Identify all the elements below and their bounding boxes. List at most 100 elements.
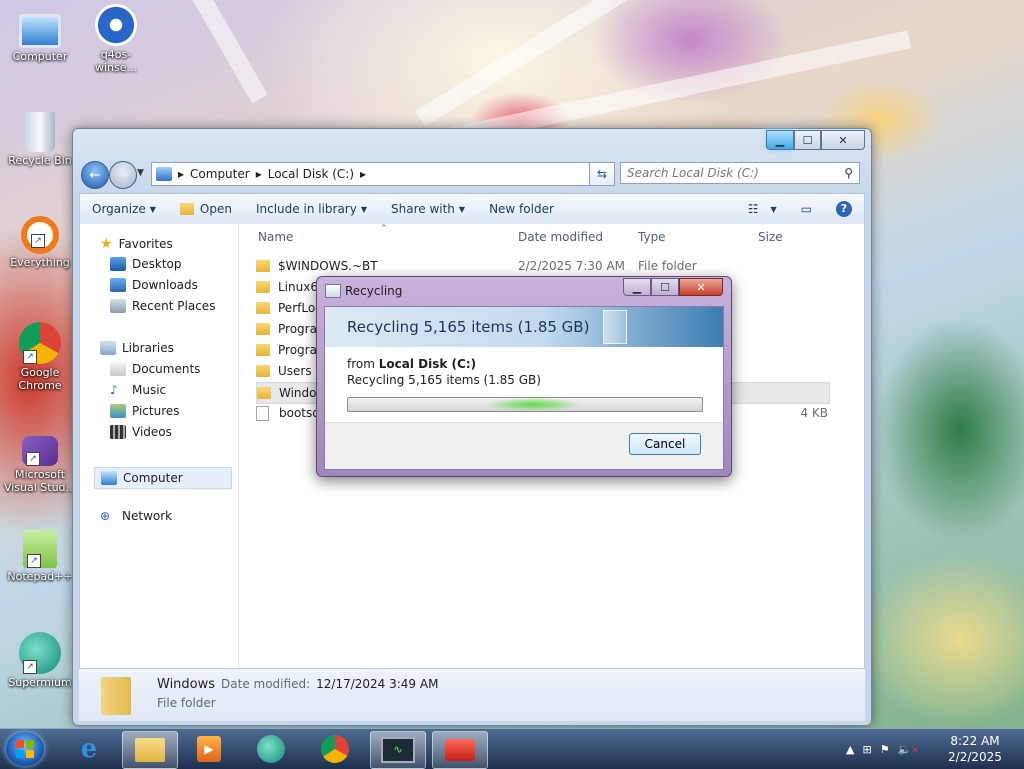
internet-explorer-icon: e (80, 734, 98, 764)
breadcrumb-separator: ▸ (178, 167, 185, 181)
organize-button[interactable]: Organize ▼ (80, 202, 168, 216)
desktop-icon-supermium[interactable]: ↗ Supermium (4, 632, 76, 689)
back-button[interactable]: ← (81, 161, 109, 189)
action-center-flag-icon[interactable]: ⚑ (880, 743, 890, 756)
nav-desktop[interactable]: Desktop (110, 257, 182, 271)
windows-logo-icon (16, 740, 34, 758)
taskbar-media-player[interactable]: ▶ (182, 731, 236, 767)
taskbar-windows-explorer[interactable] (122, 731, 178, 769)
arrow-left-icon: ← (89, 167, 101, 183)
refresh-button[interactable]: ⇆ (589, 162, 615, 186)
maximize-button[interactable]: ☐ (794, 130, 821, 150)
maximize-icon: ☐ (660, 280, 670, 294)
dialog-title: Recycling (345, 284, 403, 298)
clock-time: 8:22 AM (950, 734, 1000, 748)
chevron-down-icon: ▼ (360, 204, 367, 214)
help-button[interactable]: ? (824, 201, 864, 217)
taskbar-chrome[interactable] (308, 731, 362, 767)
column-header-size[interactable]: Size (758, 230, 783, 244)
recent-pages-dropdown[interactable]: ▼ (137, 168, 144, 178)
desktop-icon-label: Microsoft Visual Stud... (3, 468, 77, 494)
minimize-icon: ▁ (632, 280, 642, 294)
include-in-library-button[interactable]: Include in library ▼ (244, 202, 379, 216)
nav-downloads[interactable]: Downloads (110, 278, 198, 292)
column-header-name[interactable]: Name (258, 230, 293, 244)
minimize-button[interactable]: ▁ (766, 130, 794, 150)
new-folder-button[interactable]: New folder (477, 202, 566, 216)
folder-icon (256, 302, 270, 314)
file-type: File folder (638, 259, 697, 273)
nav-videos[interactable]: Videos (110, 425, 172, 439)
close-button[interactable]: ✕ (821, 130, 865, 150)
breadcrumb-separator: ▸ (255, 167, 262, 181)
desktop-icon-label: Computer (12, 50, 68, 63)
nav-music[interactable]: ♪ Music (110, 383, 166, 397)
nav-libraries[interactable]: Libraries (100, 341, 174, 355)
breadcrumb-computer[interactable]: Computer (190, 167, 250, 181)
address-bar[interactable]: ▸ Computer ▸ Local Disk (C:) ▸ ▼ (151, 162, 613, 186)
file-row[interactable]: $WINDOWS.~BT 2/2/2025 7:30 AM File folder (256, 256, 828, 276)
navigation-pane: ★ Favorites Desktop Downloads Recent Plac… (80, 224, 239, 668)
taskbar-toolbox[interactable] (432, 731, 488, 769)
column-header-date[interactable]: Date modified (518, 230, 603, 244)
preview-pane-button[interactable]: ▭ (789, 202, 824, 216)
nav-favorites[interactable]: ★ Favorites (100, 236, 173, 252)
details-pane: Windows Date modified: 12/17/2024 3:49 A… (79, 669, 865, 721)
nav-pictures[interactable]: Pictures (110, 404, 180, 418)
cancel-button[interactable]: Cancel (629, 433, 701, 455)
desktop-icon-label: q4os-winse... (94, 48, 137, 74)
nav-network[interactable]: ⊕ Network (100, 509, 172, 523)
details-title-row: Windows Date modified: 12/17/2024 3:49 A… (157, 677, 438, 692)
folder-icon (256, 260, 270, 272)
dialog-close-button[interactable]: ✕ (679, 278, 723, 296)
desktop-icon-google-chrome[interactable]: ↗ Google Chrome (4, 322, 76, 392)
folder-icon (135, 738, 165, 762)
volume-muted-icon[interactable]: 🔈✕ (898, 743, 919, 756)
open-button[interactable]: Open (168, 202, 244, 216)
open-label: Open (199, 202, 232, 216)
desktop-icon-computer[interactable]: Computer (4, 8, 76, 63)
dialog-from-line: from Local Disk (C:) (347, 357, 476, 371)
folder-icon (256, 365, 270, 377)
network-tray-icon[interactable]: ⊞ (862, 743, 871, 756)
forward-button[interactable]: → (109, 161, 137, 189)
details-date-label: Date modified: (221, 677, 311, 691)
change-view-button[interactable]: ☷ ▼ (736, 202, 789, 216)
nav-recent-places[interactable]: Recent Places (110, 299, 215, 313)
nav-label: Network (122, 509, 173, 523)
pictures-icon (110, 404, 126, 418)
folder-open-icon (179, 203, 194, 215)
share-with-button[interactable]: Share with ▼ (379, 202, 477, 216)
dialog-minimize-button[interactable]: ▁ (623, 278, 651, 296)
media-player-icon: ▶ (197, 736, 221, 762)
search-input[interactable]: Search Local Disk (C:) (627, 166, 759, 180)
column-header-type[interactable]: Type (638, 230, 666, 244)
clock[interactable]: 8:22 AM 2/2/2025 (940, 733, 1010, 765)
search-box[interactable]: Search Local Disk (C:) ⚲ (620, 162, 860, 184)
desktop-icon-notepad-plus-plus[interactable]: ↗ Notepad++ (4, 530, 76, 583)
dialog-maximize-button[interactable]: ☐ (651, 278, 679, 296)
nav-label: Desktop (132, 257, 182, 271)
dialog-from-label: from (347, 357, 375, 371)
desktop-icon-q4os[interactable]: q4os-winse... (80, 4, 152, 74)
desktop-icon-recycle-bin[interactable]: Recycle Bin (4, 112, 76, 167)
nav-computer[interactable]: Computer (94, 467, 232, 489)
supermium-icon: ↗ (19, 632, 61, 674)
file-icon (256, 405, 269, 421)
taskbar-supermium[interactable] (244, 731, 298, 767)
breadcrumb-local-disk[interactable]: Local Disk (C:) (268, 167, 354, 181)
network-icon: ⊕ (100, 509, 111, 523)
organize-label: Organize (92, 202, 146, 216)
file-date: 2/2/2025 7:30 AM (518, 259, 626, 273)
desktop-icon-visual-studio[interactable]: ↗ Microsoft Visual Stud... (2, 436, 78, 494)
desktop-icon-everything[interactable]: ↗ Everything (4, 216, 76, 269)
start-button[interactable] (6, 732, 44, 766)
notepad-plus-plus-icon: ↗ (23, 530, 57, 568)
nav-label: Videos (132, 425, 172, 439)
desktop-icon-label: Recycle Bin (8, 154, 72, 167)
show-hidden-icons-button[interactable]: ▲ (846, 743, 854, 756)
nav-documents[interactable]: Documents (110, 362, 200, 376)
taskbar-task-manager[interactable]: ∿ (370, 731, 426, 769)
taskbar-internet-explorer[interactable]: e (62, 731, 116, 767)
view-list-icon: ☷ (747, 202, 759, 216)
